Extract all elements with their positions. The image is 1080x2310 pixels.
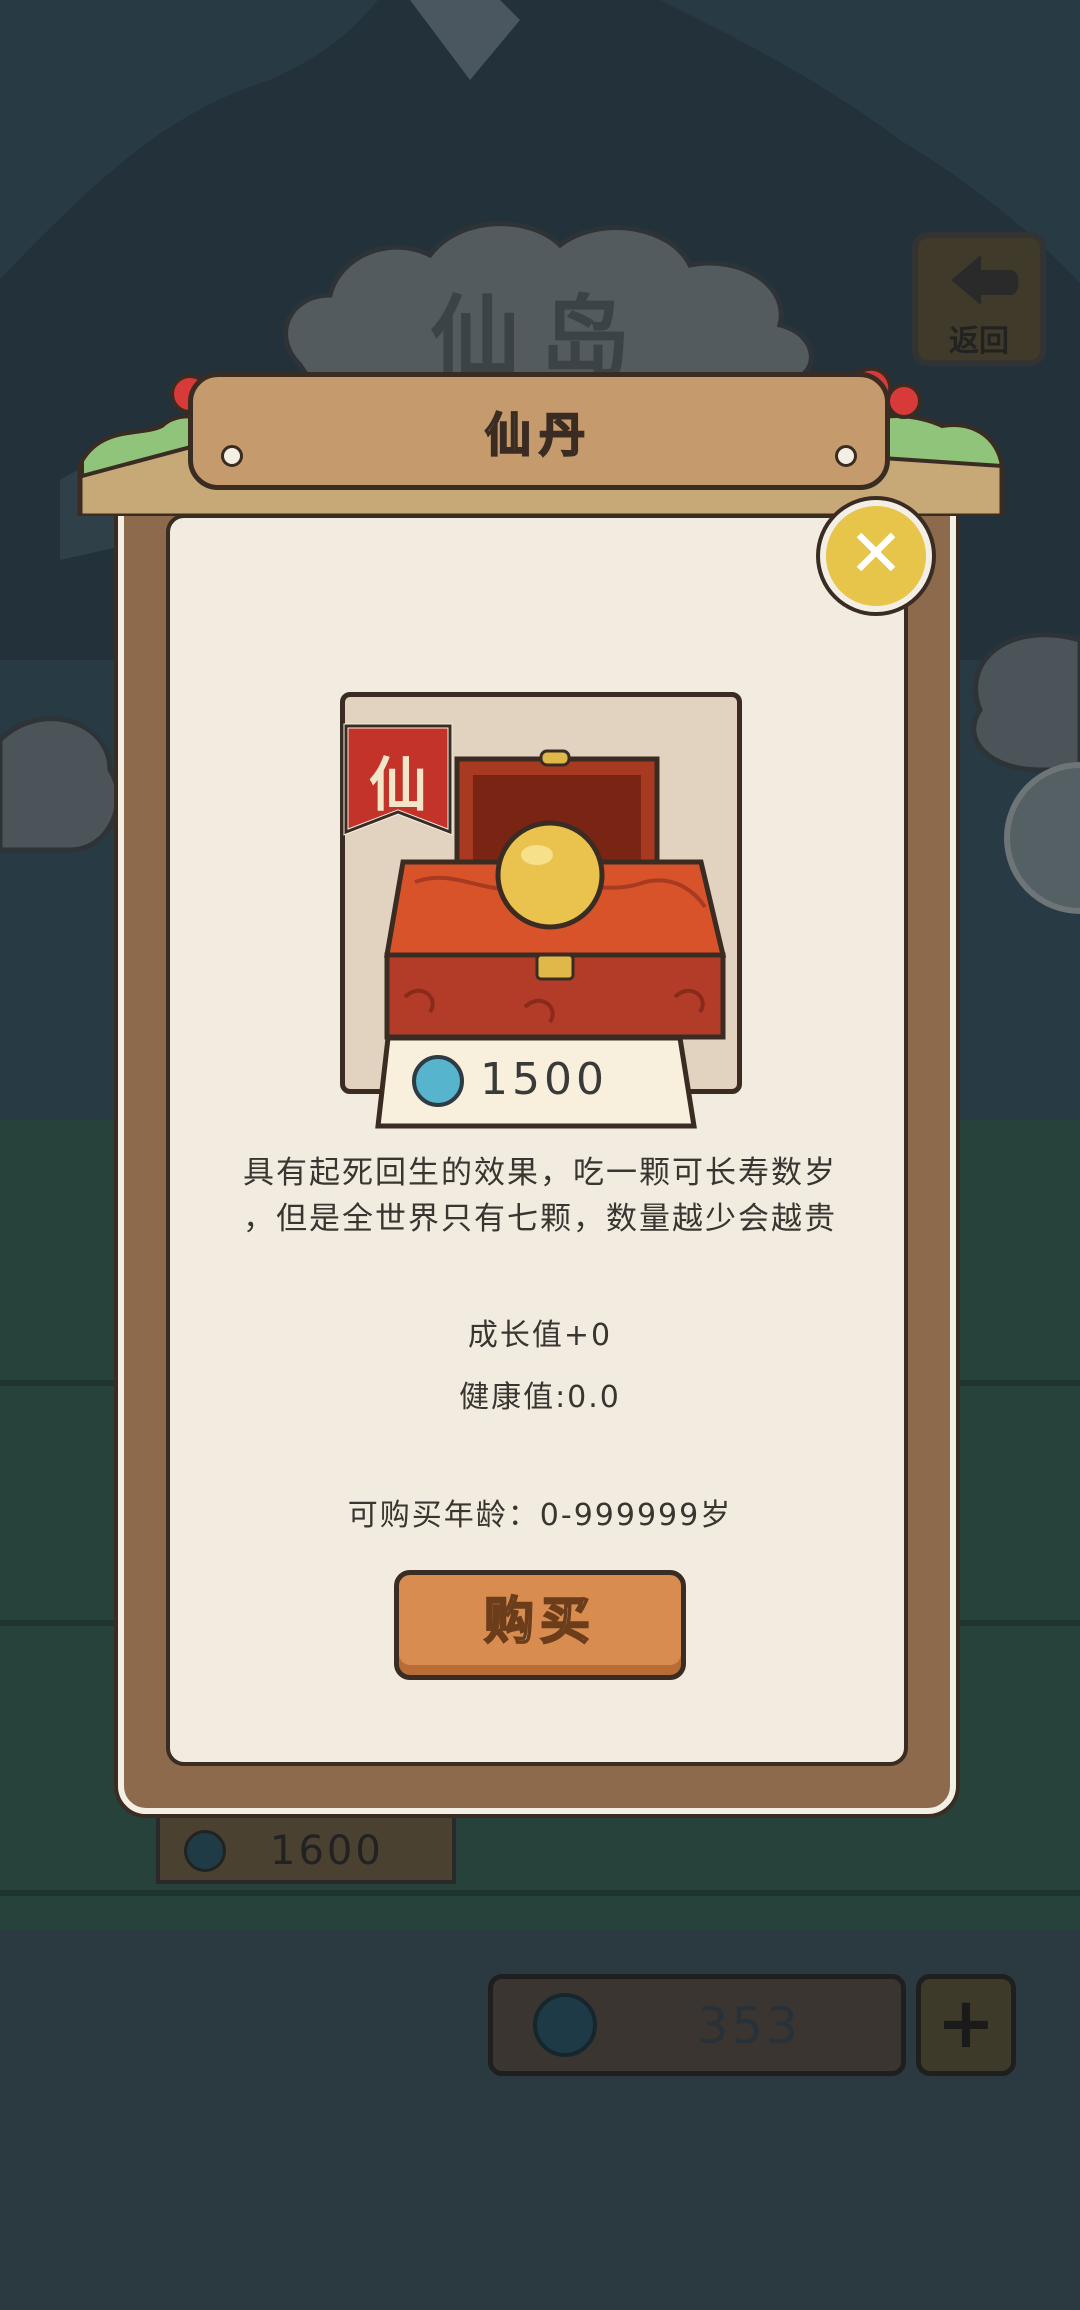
description-line: 具有起死回生的效果，吃一颗可长寿数岁 [243,1155,837,1191]
item-description: 具有起死回生的效果，吃一颗可长寿数岁 ，但是全世界只有七颗，数量越少会越贵 [200,1150,880,1242]
left-cloud-decoration [0,716,121,853]
shelf-price-value: 1600 [270,1828,384,1874]
growth-stat: 成长值+0 [467,1318,613,1353]
health-stat: 健康值:0.0 [459,1380,621,1415]
back-button[interactable]: 返回 [912,232,1046,366]
back-arrow-icon [951,255,1019,305]
right-cloud-decoration [971,632,1080,773]
close-button[interactable]: ✕ [820,500,932,612]
age-range-stat: 可购买年龄：0-999999岁 [347,1498,733,1533]
coin-icon [412,1055,464,1107]
back-label: 返回 [949,324,1009,359]
item-price: 1500 [480,1054,608,1105]
coin-icon [533,1993,597,2057]
coin-icon [184,1830,226,1872]
dialog-title: 仙丹 [484,407,593,463]
description-line: ，但是全世界只有七颗，数量越少会越贵 [243,1201,837,1237]
title-board: 仙丹 [188,372,890,490]
buy-button[interactable]: 购买 [394,1570,686,1680]
shelf-price-sign: 1600 [156,1812,456,1884]
coin-balance-bar: 353 [488,1974,906,2076]
coin-balance-value: 353 [696,1997,801,2055]
tile-line [0,1890,1080,1896]
add-coins-button[interactable]: + [916,1974,1016,2076]
rarity-badge-label: 仙 [368,751,427,819]
